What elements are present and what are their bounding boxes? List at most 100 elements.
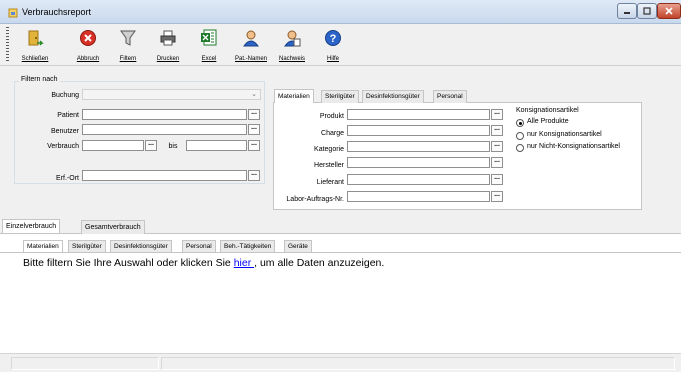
toolbar-grip[interactable] (6, 27, 9, 63)
subtab-personal[interactable]: Personal (182, 240, 216, 252)
subtab-geraete[interactable]: Geräte (284, 240, 312, 252)
erf-ort-label: Erf.-Ort (56, 175, 79, 182)
labor-auftrags-input[interactable] (347, 191, 490, 202)
labor-auftrags-label: Labor-Auftrags-Nr. (286, 196, 344, 203)
buchung-label: Buchung (51, 92, 79, 99)
charge-input[interactable] (347, 125, 490, 136)
subtab-materialien[interactable]: Materialien (23, 240, 63, 252)
close-button[interactable] (657, 3, 681, 19)
patient-label: Patient (57, 112, 79, 119)
produkt-label: Produkt (319, 113, 344, 120)
radio-nur-nicht-konsignation[interactable] (516, 144, 524, 152)
excel-label: Excel (201, 56, 217, 62)
filter-button[interactable]: Filtern (111, 27, 145, 63)
erf-ort-input[interactable] (82, 170, 247, 181)
filter-legend: Filtern nach (19, 76, 60, 83)
subtab-beh-taetigkeiten[interactable]: Beh.-Tätigkeiten (220, 240, 276, 252)
buchung-select[interactable]: ⌄ (82, 89, 261, 100)
help-button[interactable]: ? Hilfe (316, 27, 350, 63)
produkt-browse-button[interactable]: ... (491, 109, 503, 120)
title-bar: Verbrauchsreport (0, 0, 681, 24)
benutzer-label: Benutzer (50, 128, 79, 135)
close-report-button[interactable]: Schließen (18, 27, 52, 63)
tab-personal[interactable]: Personal (433, 90, 467, 103)
printer-icon (160, 30, 176, 46)
radio-nur-konsignation[interactable] (516, 132, 524, 140)
verbrauch-from-button[interactable]: ... (145, 140, 157, 151)
verbrauch-to-input[interactable] (186, 140, 247, 151)
patient-names-button[interactable]: Pat.-Namen (234, 27, 268, 63)
cancel-icon (80, 30, 96, 46)
kategorie-browse-button[interactable]: ... (491, 141, 503, 152)
exit-door-icon (28, 30, 44, 46)
print-label: Drucken (156, 56, 180, 62)
subtab-divider (0, 252, 681, 253)
maximize-icon (643, 7, 651, 15)
svg-text:?: ? (330, 33, 337, 45)
radio-nur-konsignation-label[interactable]: nur Konsignationsartikel (527, 131, 602, 138)
lieferant-browse-button[interactable]: ... (491, 174, 503, 185)
excel-button[interactable]: Excel (192, 27, 226, 63)
patient-names-label: Pat.-Namen (234, 56, 267, 62)
subtab-desinfektionsgueter[interactable]: Desinfektionsgüter (110, 240, 172, 252)
toolbar: Schließen Abbruch Filtern Drucken Excel … (0, 24, 681, 66)
kategorie-input[interactable] (347, 141, 490, 152)
print-button[interactable]: Drucken (151, 27, 185, 63)
verbrauch-to-button[interactable]: ... (248, 140, 260, 151)
kategorie-label: Kategorie (314, 146, 344, 153)
subtab-sterilgueter[interactable]: Sterilgüter (68, 240, 106, 252)
proof-button[interactable]: Nachweis (275, 27, 309, 63)
filter-label: Filtern (119, 56, 137, 62)
benutzer-input[interactable] (82, 124, 247, 135)
proof-icon (284, 30, 301, 47)
tab-einzelverbrauch[interactable]: Einzelverbrauch (2, 219, 61, 233)
window-title: Verbrauchsreport (22, 7, 92, 17)
konsignation-title: Konsignationsartikel (516, 107, 579, 114)
filter-icon (120, 30, 136, 46)
help-label: Hilfe (326, 56, 339, 62)
radio-nur-nicht-konsignation-label[interactable]: nur Nicht-Konsignationsartikel (527, 143, 620, 150)
hersteller-input[interactable] (347, 157, 490, 168)
tab-materialien[interactable]: Materialien (274, 89, 314, 103)
tab-desinfektionsgueter[interactable]: Desinfektionsgüter (362, 90, 424, 103)
proof-label: Nachweis (278, 56, 305, 62)
app-icon (8, 8, 18, 18)
hersteller-browse-button[interactable]: ... (491, 157, 503, 168)
bis-label: bis (168, 143, 178, 150)
charge-browse-button[interactable]: ... (491, 125, 503, 136)
cancel-button[interactable]: Abbruch (71, 27, 105, 63)
tab-sterilgueter[interactable]: Sterilgüter (321, 90, 359, 103)
status-cell-2 (161, 357, 675, 370)
help-icon: ? (325, 30, 341, 46)
message-text-after: , um alle Daten anzuzeigen. (254, 257, 385, 269)
message-text-before: Bitte filtern Sie Ihre Auswahl oder klic… (23, 257, 234, 269)
labor-auftrags-browse-button[interactable]: ... (491, 191, 503, 202)
result-message: Bitte filtern Sie Ihre Auswahl oder klic… (23, 257, 384, 269)
tab-gesamtverbrauch[interactable]: Gesamtverbrauch (81, 220, 145, 234)
chevron-down-icon: ⌄ (251, 91, 257, 98)
maximize-button[interactable] (637, 3, 657, 19)
charge-label: Charge (321, 130, 344, 137)
produkt-input[interactable] (347, 109, 490, 120)
patient-browse-button[interactable]: ... (248, 109, 260, 120)
lieferant-input[interactable] (347, 174, 490, 185)
status-cell-1 (11, 357, 159, 370)
verbrauch-from-input[interactable] (82, 140, 144, 151)
excel-icon (201, 29, 217, 46)
lieferant-label: Lieferant (316, 179, 344, 186)
cancel-label: Abbruch (76, 56, 100, 62)
patient-icon (243, 30, 259, 47)
erf-ort-browse-button[interactable]: ... (248, 170, 260, 181)
minimize-icon (624, 12, 630, 14)
benutzer-browse-button[interactable]: ... (248, 124, 260, 135)
show-all-link[interactable]: hier (234, 257, 254, 269)
verbrauch-label: Verbrauch (47, 143, 79, 150)
status-bar (0, 353, 681, 372)
hersteller-label: Hersteller (314, 162, 344, 169)
patient-input[interactable] (82, 109, 247, 120)
minimize-button[interactable] (617, 3, 637, 19)
radio-alle-produkte-label[interactable]: Alle Produkte (527, 118, 569, 125)
close-report-label: Schließen (21, 56, 49, 62)
close-icon (665, 7, 673, 15)
radio-alle-produkte[interactable] (516, 119, 524, 127)
